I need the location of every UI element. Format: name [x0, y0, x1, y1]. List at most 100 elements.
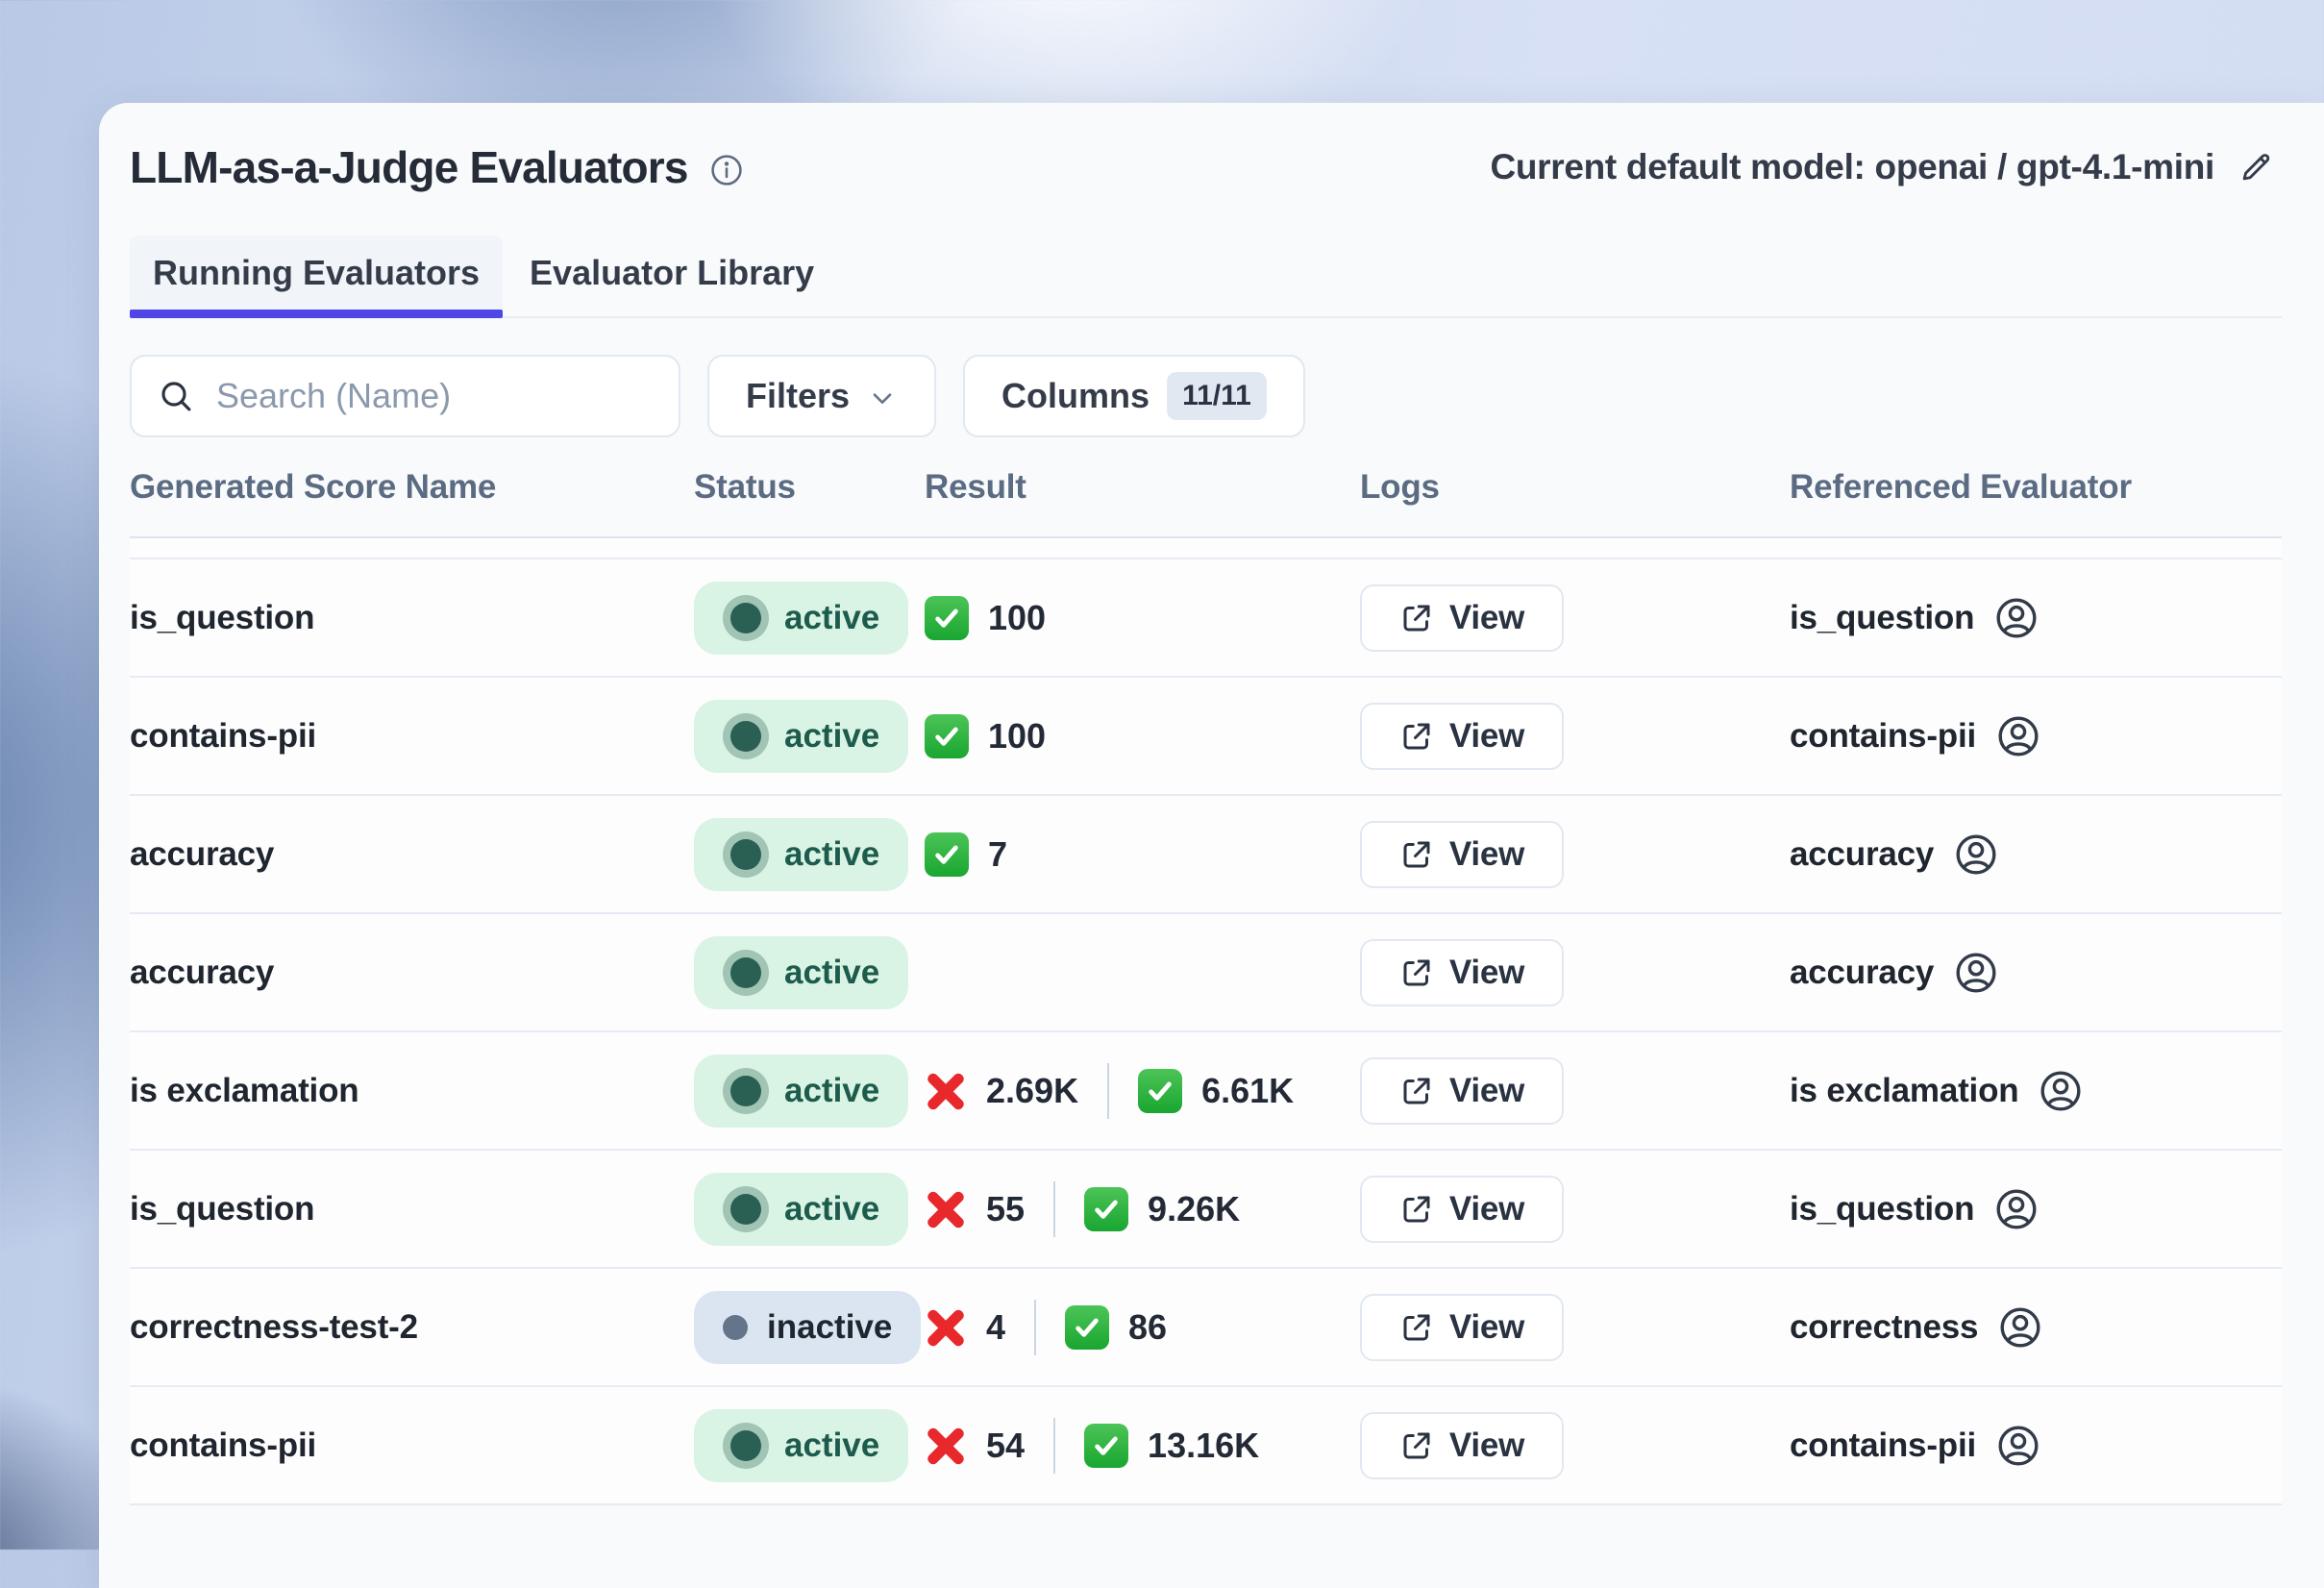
- result-cell: 100: [925, 596, 1360, 640]
- user-circle-icon: [1995, 713, 2041, 759]
- info-icon[interactable]: [709, 153, 744, 187]
- view-label: View: [1449, 1190, 1524, 1228]
- referenced-evaluator-name: is_question: [1790, 599, 1974, 637]
- view-logs-button[interactable]: View: [1360, 703, 1564, 770]
- view-label: View: [1449, 835, 1524, 874]
- search-box[interactable]: [130, 355, 680, 437]
- page-header: LLM-as-a-Judge Evaluators Current defaul…: [130, 141, 2282, 193]
- view-label: View: [1449, 717, 1524, 756]
- search-input[interactable]: [216, 376, 654, 416]
- check-mark-icon: [925, 832, 969, 877]
- referenced-evaluator-cell: contains-pii: [1790, 1423, 2282, 1469]
- referenced-evaluator-name: contains-pii: [1790, 717, 1976, 756]
- status-dot-icon: [730, 603, 761, 633]
- column-header-generated-score-name[interactable]: Generated Score Name: [130, 468, 694, 507]
- fail-count: 4: [986, 1307, 1005, 1348]
- status-label: inactive: [767, 1308, 892, 1347]
- search-icon: [157, 377, 195, 415]
- check-mark-icon: [925, 596, 969, 640]
- fail-count: 2.69K: [986, 1071, 1078, 1111]
- view-logs-button[interactable]: View: [1360, 1294, 1564, 1361]
- result-cell: 54 13.16K: [925, 1418, 1360, 1474]
- cross-mark-icon: [925, 1425, 967, 1467]
- result-divider: [1107, 1063, 1109, 1119]
- tab-evaluator-library[interactable]: Evaluator Library: [507, 236, 837, 316]
- referenced-evaluator-name: is_question: [1790, 1190, 1974, 1228]
- table-row: is_question active 100: [130, 559, 2282, 678]
- columns-count-badge: 11/11: [1167, 372, 1267, 420]
- user-circle-icon: [1995, 1423, 2041, 1469]
- view-label: View: [1449, 1072, 1524, 1110]
- score-name: accuracy: [130, 835, 694, 874]
- default-model-label: Current default model: openai / gpt-4.1-…: [1490, 147, 2214, 187]
- table-row: is_question active 55 9.26K: [130, 1151, 2282, 1269]
- referenced-evaluator-cell: accuracy: [1790, 950, 2282, 996]
- view-logs-button[interactable]: View: [1360, 1412, 1564, 1479]
- external-link-icon: [1399, 955, 1434, 990]
- status-dot-icon: [730, 721, 761, 752]
- status-badge: active: [694, 1409, 908, 1482]
- score-name: contains-pii: [130, 1427, 694, 1465]
- result-divider: [1053, 1181, 1055, 1237]
- pass-count: 86: [1128, 1307, 1167, 1348]
- user-circle-icon: [1993, 1186, 2040, 1232]
- status-label: active: [784, 954, 879, 992]
- columns-button[interactable]: Columns 11/11: [963, 355, 1305, 437]
- result-cell: 4 86: [925, 1300, 1360, 1355]
- referenced-evaluator-cell: correctness: [1790, 1304, 2282, 1351]
- table-row: accuracy active: [130, 914, 2282, 1032]
- column-header-status[interactable]: Status: [694, 468, 925, 507]
- external-link-icon: [1399, 1192, 1434, 1227]
- score-name: is_question: [130, 599, 694, 637]
- column-header-referenced-evaluator[interactable]: Referenced Evaluator: [1790, 468, 2282, 507]
- column-header-result[interactable]: Result: [925, 468, 1360, 507]
- status-label: active: [784, 835, 879, 874]
- table-row: is exclamation active 2.69K 6.61K: [130, 1032, 2282, 1151]
- user-circle-icon: [2038, 1068, 2084, 1114]
- referenced-evaluator-name: accuracy: [1790, 835, 1934, 874]
- status-badge: active: [694, 1055, 908, 1128]
- referenced-evaluator-name: accuracy: [1790, 954, 1934, 992]
- view-logs-button[interactable]: View: [1360, 584, 1564, 652]
- status-dot-icon: [723, 1315, 748, 1340]
- result-divider: [1034, 1300, 1036, 1355]
- column-header-logs[interactable]: Logs: [1360, 468, 1790, 507]
- status-dot-icon: [730, 1430, 761, 1461]
- view-logs-button[interactable]: View: [1360, 939, 1564, 1006]
- chevron-down-icon: [867, 383, 898, 413]
- status-dot-icon: [730, 957, 761, 988]
- user-circle-icon: [1993, 595, 2040, 641]
- table-row: contains-pii active 100: [130, 678, 2282, 796]
- referenced-evaluator-name: correctness: [1790, 1308, 1978, 1347]
- view-label: View: [1449, 1427, 1524, 1465]
- view-logs-button[interactable]: View: [1360, 821, 1564, 888]
- score-name: is exclamation: [130, 1072, 694, 1110]
- check-mark-icon: [1065, 1305, 1109, 1350]
- table-row: correctness-test-2 inactive 4 86: [130, 1269, 2282, 1387]
- check-mark-icon: [1084, 1187, 1128, 1231]
- cross-mark-icon: [925, 1070, 967, 1112]
- result-cell: 7: [925, 832, 1360, 877]
- score-name: contains-pii: [130, 717, 694, 756]
- tab-running-evaluators[interactable]: Running Evaluators: [130, 236, 503, 316]
- referenced-evaluator-cell: contains-pii: [1790, 713, 2282, 759]
- referenced-evaluator-cell: accuracy: [1790, 831, 2282, 878]
- edit-model-pencil-icon[interactable]: [2237, 149, 2274, 186]
- score-name: correctness-test-2: [130, 1308, 694, 1347]
- referenced-evaluator-name: is exclamation: [1790, 1072, 2018, 1110]
- status-badge: active: [694, 818, 908, 891]
- cross-mark-icon: [925, 1188, 967, 1230]
- view-logs-button[interactable]: View: [1360, 1057, 1564, 1125]
- status-label: active: [784, 1072, 879, 1110]
- view-logs-button[interactable]: View: [1360, 1176, 1564, 1243]
- filters-button[interactable]: Filters: [707, 355, 936, 437]
- status-label: active: [784, 1427, 879, 1465]
- filters-label: Filters: [746, 376, 850, 416]
- result-cell: 100: [925, 714, 1360, 758]
- cross-mark-icon: [925, 1306, 967, 1349]
- external-link-icon: [1399, 601, 1434, 635]
- view-label: View: [1449, 599, 1524, 637]
- score-name: accuracy: [130, 954, 694, 992]
- status-dot-icon: [730, 1194, 761, 1225]
- status-badge: active: [694, 700, 908, 773]
